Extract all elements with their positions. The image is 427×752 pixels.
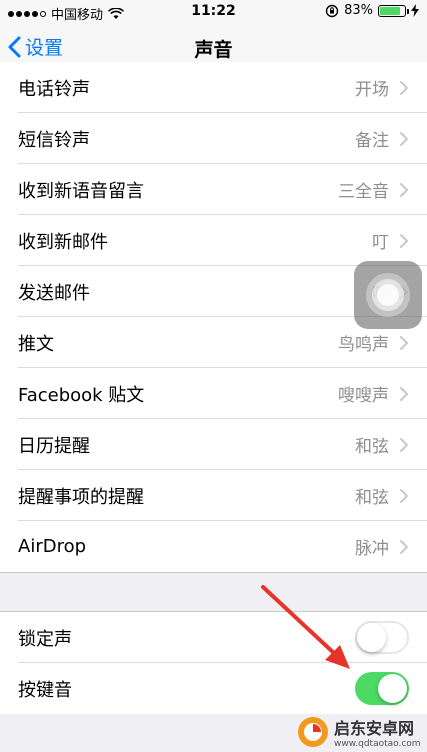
setting-value: 鸟鸣声	[338, 335, 389, 355]
sound-setting-row[interactable]: 收到新语音留言 三全音	[0, 164, 427, 215]
setting-label: 收到新语音留言	[18, 180, 144, 202]
sound-setting-row[interactable]: 日历提醒 和弦	[0, 419, 427, 470]
setting-value: 开场	[355, 80, 389, 100]
battery-icon	[378, 4, 409, 17]
setting-label: 按键音	[18, 679, 72, 701]
setting-value: 嗖嗖声	[338, 386, 389, 406]
section-gap	[0, 572, 427, 612]
watermark-logo-icon	[298, 717, 328, 747]
setting-value: 叮	[372, 233, 389, 253]
watermark-text: 启东安卓网	[334, 719, 415, 738]
setting-value: 三全音	[338, 182, 389, 202]
charging-icon	[411, 4, 419, 17]
watermark: 启东安卓网 www.qdtaotao.com	[296, 712, 427, 752]
setting-label: 推文	[18, 333, 54, 355]
setting-value: 备注	[355, 131, 389, 151]
chevron-right-icon	[400, 131, 408, 146]
toggle-setting-row: 按键音	[0, 663, 427, 714]
battery-percent: 83%	[344, 3, 373, 18]
setting-label: 锁定声	[18, 628, 72, 650]
chevron-right-icon	[400, 335, 408, 350]
toggle-setting-row: 锁定声	[0, 612, 427, 663]
settings-content: 电话铃声开场短信铃声备注收到新语音留言三全音收到新邮件叮发送邮件嗖推文鸟鸣声Fa…	[0, 62, 427, 714]
status-right: 83%	[325, 3, 419, 18]
setting-value: 和弦	[355, 488, 389, 508]
sound-setting-row[interactable]: AirDrop 脉冲	[0, 521, 427, 572]
sound-setting-row[interactable]: Facebook 贴文 嗖嗖声	[0, 368, 427, 419]
chevron-right-icon	[400, 539, 408, 554]
status-bar: 中国移动 11:22 83%	[0, 0, 427, 24]
setting-label: AirDrop	[18, 536, 87, 557]
page-title: 声音	[194, 39, 233, 61]
toggle-switch[interactable]	[355, 621, 409, 654]
setting-value: 和弦	[355, 437, 389, 457]
chevron-right-icon	[400, 182, 408, 197]
chevron-right-icon	[400, 233, 408, 248]
sound-setting-row[interactable]: 电话铃声 开场	[0, 62, 427, 113]
setting-label: 发送邮件	[18, 282, 90, 304]
setting-label: Facebook 贴文	[18, 384, 145, 406]
toggle-list: 锁定声 按键音	[0, 612, 427, 714]
sound-setting-row[interactable]: 收到新邮件 叮	[0, 215, 427, 266]
sound-setting-row[interactable]: 提醒事项的提醒 和弦	[0, 470, 427, 521]
chevron-right-icon	[400, 386, 408, 401]
setting-label: 收到新邮件	[18, 231, 108, 253]
chevron-right-icon	[400, 488, 408, 503]
toggle-switch[interactable]	[355, 672, 409, 705]
setting-label: 日历提醒	[18, 435, 90, 457]
orientation-lock-icon	[325, 4, 339, 17]
setting-label: 提醒事项的提醒	[18, 486, 144, 508]
setting-value: 脉冲	[355, 539, 389, 559]
assistive-touch-button[interactable]	[354, 261, 422, 329]
setting-label: 电话铃声	[18, 78, 90, 100]
chevron-right-icon	[400, 80, 408, 95]
watermark-url: www.qdtaotao.com	[334, 739, 421, 749]
setting-label: 短信铃声	[18, 129, 90, 151]
chevron-right-icon	[400, 437, 408, 452]
sound-setting-row[interactable]: 短信铃声 备注	[0, 113, 427, 164]
